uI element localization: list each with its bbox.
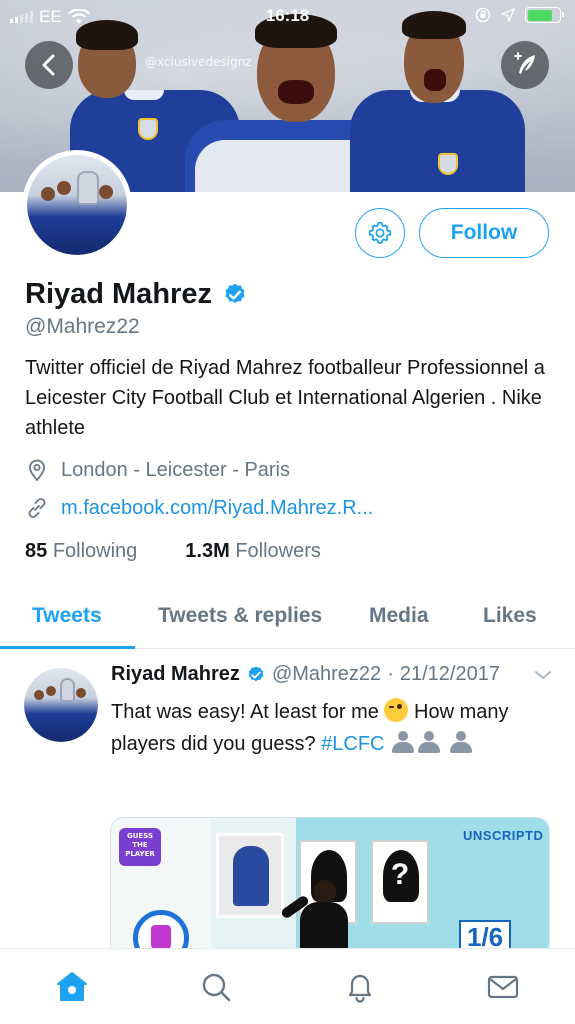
- banner-mouth: [424, 69, 446, 91]
- gear-icon: [368, 221, 392, 244]
- home-icon: [57, 972, 87, 1001]
- back-button[interactable]: [25, 41, 73, 89]
- compose-tweet-button[interactable]: [501, 41, 549, 89]
- avatar-figure: [76, 688, 86, 698]
- avatar-figure: [57, 181, 71, 195]
- followers-label: Followers: [235, 540, 321, 562]
- tab-media[interactable]: Media: [369, 604, 429, 628]
- status-right: [475, 7, 564, 23]
- profile-counts: 85 Following 1.3M Followers: [25, 540, 321, 563]
- banner-collar: [124, 90, 164, 100]
- nav-search[interactable]: [196, 967, 236, 1007]
- tab-tweets-and-replies[interactable]: Tweets & replies: [158, 604, 322, 628]
- following-stat[interactable]: 85 Following: [25, 540, 137, 563]
- profile-avatar[interactable]: [22, 150, 132, 260]
- profile-bio: Twitter officiel de Riyad Mahrez footbal…: [25, 357, 545, 439]
- nav-messages[interactable]: [483, 967, 523, 1007]
- tab-tweets[interactable]: Tweets: [32, 604, 102, 628]
- verified-badge-icon: [248, 665, 264, 681]
- avatar-figure: [41, 187, 55, 201]
- banner-crest: [138, 118, 158, 140]
- guess-the-player-badge: GUESS THE PLAYER: [119, 828, 161, 866]
- bust-silhouette-emoji-icon: [448, 730, 474, 754]
- tab-likes[interactable]: Likes: [483, 604, 537, 628]
- search-icon: [202, 973, 231, 1002]
- verified-badge-icon: [225, 283, 245, 303]
- battery-icon: [525, 7, 564, 23]
- tweet-header: Riyad Mahrez @Mahrez22 · 21/12/2017: [111, 663, 561, 686]
- bottom-tab-bar: [0, 948, 575, 1024]
- winking-face-emoji-icon: [384, 698, 409, 722]
- avatar-figure: [99, 185, 113, 199]
- media-presenter: [279, 880, 356, 956]
- tweet-separator: ·: [387, 663, 394, 685]
- media-player-photo: [216, 833, 284, 918]
- banner-crest: [438, 153, 458, 175]
- avatar-trophy: [60, 678, 75, 702]
- compose-feather-icon: [514, 52, 535, 74]
- profile-name: Riyad Mahrez: [25, 278, 212, 310]
- nav-home[interactable]: [52, 967, 92, 1007]
- tweet-hashtag[interactable]: #LCFC: [321, 733, 384, 755]
- profile-tabs: Tweets Tweets & replies Media Likes: [0, 590, 575, 649]
- profile-location-row: London - Leicester - Paris: [25, 458, 290, 482]
- mystery-player-card: ?: [371, 840, 429, 924]
- following-label: Following: [52, 540, 138, 562]
- profile-name-row: Riyad Mahrez: [25, 278, 248, 311]
- bust-silhouette-emoji-icon: [390, 730, 416, 754]
- avatar-photo: [24, 668, 98, 742]
- tweet-avatar[interactable]: [24, 668, 98, 742]
- avatar-figure: [34, 690, 44, 700]
- followers-stat[interactable]: 1.3M Followers: [185, 540, 321, 563]
- banner-shirt: [350, 90, 525, 192]
- avatar-photo: [27, 155, 127, 255]
- messages-envelope-icon: [487, 975, 519, 999]
- profile-website-row[interactable]: m.facebook.com/Riyad.Mahrez.R...: [25, 496, 373, 520]
- tweet-date[interactable]: 21/12/2017: [400, 663, 500, 686]
- banner-watermark: @xclusivedesignz: [145, 55, 252, 69]
- location-arrow-icon: [501, 8, 515, 22]
- status-bar: EE 16:18: [0, 0, 575, 34]
- profile-settings-button[interactable]: [355, 208, 405, 258]
- banner-mouth: [278, 80, 314, 104]
- notifications-bell-icon: [348, 974, 372, 1003]
- profile-location: London - Leicester - Paris: [61, 458, 291, 481]
- tweet-media-card[interactable]: GUESS THE PLAYER ? UNSCRIPTD 1/6: [110, 817, 550, 957]
- avatar-figure: [46, 686, 56, 696]
- profile-handle: @Mahrez22: [25, 315, 140, 338]
- following-count: 85: [25, 540, 48, 562]
- orientation-lock-icon: [475, 7, 491, 23]
- bust-silhouette-emoji-icon: [416, 730, 442, 754]
- tweet-menu-button[interactable]: [533, 668, 553, 687]
- followers-count: 1.3M: [185, 540, 230, 562]
- tweet-text: That was easy! At least for me How many …: [111, 696, 551, 760]
- chevron-left-icon: [42, 54, 55, 76]
- avatar-trophy: [77, 171, 99, 205]
- active-tab-indicator: [0, 646, 135, 649]
- link-icon: [28, 498, 46, 518]
- media-brand-label: UNSCRIPTD: [463, 828, 544, 843]
- tweet-author-handle[interactable]: @Mahrez22: [272, 663, 381, 686]
- tweet-author-name[interactable]: Riyad Mahrez: [111, 663, 240, 686]
- location-pin-icon: [29, 459, 45, 482]
- nav-notifications[interactable]: [340, 967, 380, 1007]
- chevron-down-icon: [535, 671, 551, 679]
- tweet-text-part1: That was easy! At least for me: [111, 701, 379, 723]
- follow-button[interactable]: Follow: [419, 208, 549, 258]
- profile-website-link[interactable]: m.facebook.com/Riyad.Mahrez.R...: [61, 497, 373, 520]
